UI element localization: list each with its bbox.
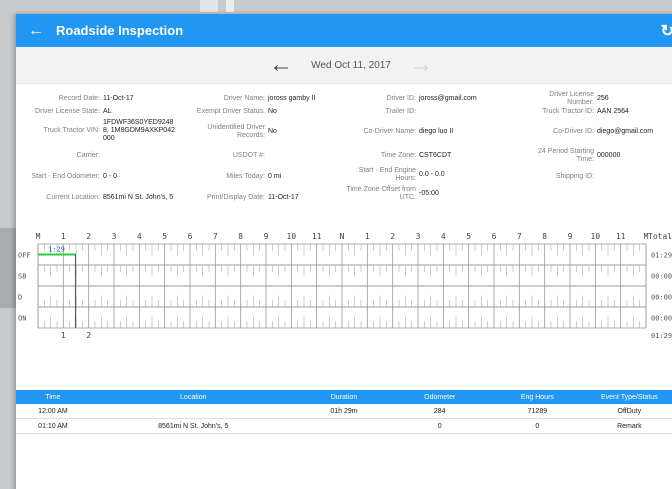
duty-status-grid-svg: M 1 2 3 4 5 6 7 8 9 10 11 N 1 2 3 4 5 6 7 8 9 10 11 M TotalOFF 01:…: [18, 232, 672, 340]
hour-tick-label: 4: [137, 232, 142, 241]
cell-eng-hours: 0: [535, 422, 540, 430]
time-zone-offset-field: Time Zone Offset from UTC: -05:00: [346, 186, 439, 201]
row-total: 00:00: [651, 315, 672, 323]
header-duration: Duration: [330, 393, 358, 401]
cell-event-type: OffDuty: [617, 407, 642, 415]
hour-tick-label: M: [36, 232, 41, 241]
unidentified-driver-records-field: Unidentified Driver Records: No: [207, 124, 277, 139]
print-display-date-field: Print/Display Date: 11-Oct-17: [207, 194, 299, 201]
co-driver-name-field: Co-Driver Name: diego luo II: [363, 128, 454, 135]
co-driver-id-field: Co-Driver ID: diego@gmail.com: [553, 128, 654, 135]
refresh-icon[interactable]: ↻: [661, 21, 672, 41]
hour-tick-label: 5: [466, 232, 471, 241]
header-time: Time: [45, 393, 61, 401]
grand-total: 01:29: [651, 332, 672, 340]
hour-tick-label: 2: [390, 232, 395, 241]
table-row[interactable]: 12:00 AM 01h 29m 284 71289 OffDuty: [16, 404, 672, 419]
shipping-id-field: Shipping ID:: [555, 173, 594, 180]
background-window-edge: [226, 0, 234, 12]
header-location: Location: [180, 393, 207, 401]
row-label: ON: [18, 315, 26, 323]
hour-tick-label: 3: [416, 232, 421, 241]
cell-time: 12:00 AM: [38, 407, 68, 415]
row-total: 00:00: [651, 273, 672, 281]
period-starting-time-field: 24 Period Starting Time: 000000: [537, 148, 621, 163]
exempt-driver-status-field: Exempt Driver Status: No: [196, 108, 277, 115]
truck-tractor-id-field: Truck Tractor ID: AAN 2564: [542, 108, 629, 115]
hour-tick-label: N: [340, 232, 345, 241]
totals-header: Total: [648, 232, 672, 241]
cell-eng-hours: 71289: [527, 407, 548, 415]
driver-id-field: Driver ID: joross@gmail.com: [386, 95, 477, 102]
hour-tick-label: 6: [492, 232, 497, 241]
cell-duration: 01h 29m: [330, 407, 358, 415]
background-window-edge: [0, 228, 16, 308]
header-odometer: Odometer: [424, 393, 456, 401]
time-zone-field: Time Zone: CST6CDT: [380, 152, 452, 159]
hour-tick-label: 10: [287, 232, 297, 241]
start-end-engine-hours-field: Start - End Engine Hours: 0.0 - 0.0: [358, 167, 445, 182]
date-navigator: ← Wed Oct 11, 2017 →: [16, 47, 672, 84]
driver-license-number-field: Driver License Number: 256: [549, 91, 609, 106]
header-event-type: Event Type/Status: [600, 393, 658, 401]
hour-tick-label: 6: [188, 232, 193, 241]
trailer-id-field: Trailer ID:: [385, 108, 416, 115]
app-window: ← Roadside Inspection ↻ ← Wed Oct 11, 20…: [16, 14, 672, 489]
header-info: Record Date: 11-Oct-17 Driver License St…: [16, 84, 672, 226]
row-label: SB: [18, 273, 26, 281]
page-title: Roadside Inspection: [56, 23, 184, 38]
duty-status-graph: M 1 2 3 4 5 6 7 8 9 10 11 N 1 2 3 4 5 6 7 8 9 10 11 M Total OFF 01:…: [16, 226, 672, 368]
cell-event-type: Remark: [617, 422, 642, 430]
hour-tick-label: 4: [441, 232, 446, 241]
driver-name-field: Driver Name: joross gamby II: [223, 95, 316, 102]
app-bar: ← Roadside Inspection ↻: [16, 14, 672, 47]
row-label: D: [18, 294, 22, 302]
duty-segment-label: 1:29: [48, 246, 65, 254]
hour-tick-label: 8: [238, 232, 243, 241]
miles-today-field: Miles Today: 0 mi: [226, 173, 282, 180]
cell-location: 8561mi N St. John's, 5: [158, 422, 229, 430]
hour-tick-label: 8: [542, 232, 547, 241]
row-total: 00:00: [651, 294, 672, 302]
next-day-arrow-icon[interactable]: →: [401, 53, 441, 77]
cell-odometer: 284: [433, 407, 446, 415]
hour-tick-label: 7: [517, 232, 522, 241]
hour-tick-label: 5: [162, 232, 167, 241]
hour-tick-label: 1: [61, 232, 66, 241]
hour-tick-label: 11: [312, 232, 322, 241]
hour-tick-label: 9: [568, 232, 573, 241]
background-window-edge: [200, 0, 218, 12]
events-table: Time Location Duration Odometer Eng Hour…: [16, 390, 672, 434]
hour-tick-label: 9: [264, 232, 269, 241]
bottom-marker-label: 2: [86, 331, 91, 340]
row-total: 01:29: [651, 252, 672, 260]
hour-tick-label: 10: [591, 232, 601, 241]
usdot-field: USDOT #:: [232, 152, 265, 159]
hour-tick-label: 1: [365, 232, 370, 241]
events-table-header: Time Location Duration Odometer Eng Hour…: [16, 390, 672, 404]
header-eng-hours: Eng Hours: [520, 393, 554, 401]
hour-tick-label: 3: [112, 232, 117, 241]
table-row[interactable]: 01:10 AM 8561mi N St. John's, 5 0 0 Rema…: [16, 419, 672, 434]
cell-time: 01:10 AM: [38, 422, 68, 430]
bottom-marker-label: 1: [61, 331, 66, 340]
previous-day-arrow-icon[interactable]: ←: [261, 53, 301, 77]
hour-tick-label: 7: [213, 232, 218, 241]
hour-tick-label: 11: [616, 232, 626, 241]
row-label: OFF: [18, 252, 31, 260]
cell-odometer: 0: [437, 422, 442, 430]
arrow-left-icon[interactable]: ←: [16, 22, 52, 40]
current-date: Wed Oct 11, 2017: [311, 59, 391, 71]
hour-tick-label: 2: [86, 232, 91, 241]
